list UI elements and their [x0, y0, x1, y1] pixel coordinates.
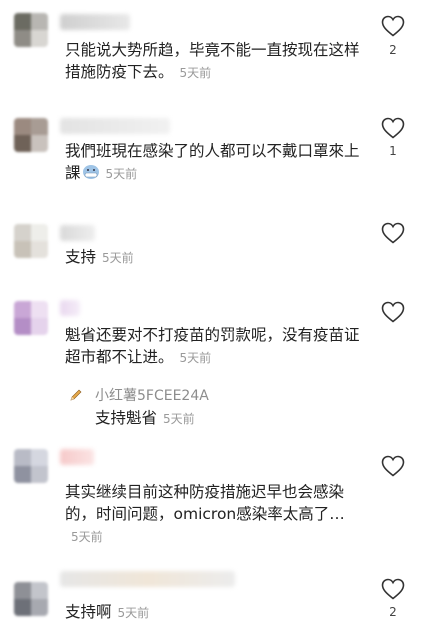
- heart-outline-icon[interactable]: [381, 301, 405, 323]
- username-blurred[interactable]: [60, 300, 80, 316]
- comment-text[interactable]: 支持啊 5天前: [65, 601, 365, 624]
- comment-body: 支持啊: [65, 603, 112, 621]
- comment-time: 5天前: [179, 66, 212, 80]
- mask-face-emoji-icon: [82, 165, 99, 179]
- comment-item: 其实继续目前这种防疫措施迟早也会感染的，时间问题，omicron感染率太高了… 5…: [0, 440, 421, 560]
- heart-outline-icon[interactable]: [381, 222, 405, 244]
- reply-time: 5天前: [163, 412, 195, 426]
- comment-text[interactable]: 其实继续目前这种防疫措施迟早也会感染的，时间问题，omicron感染率太高了… 5…: [65, 481, 365, 548]
- comment-body: 支持: [65, 248, 97, 266]
- username-blurred[interactable]: [60, 14, 130, 30]
- comment-item: 魁省还要对不打疫苗的罚款呢，没有疫苗证超市都不让进。 5天前 小红薯5FCEE24…: [0, 295, 421, 440]
- comment-time: 5天前: [71, 530, 103, 544]
- heart-outline-icon[interactable]: [381, 15, 405, 37]
- like-count: 2: [389, 43, 397, 57]
- avatar[interactable]: [14, 118, 48, 152]
- comment-time: 5天前: [105, 167, 138, 181]
- username-blurred[interactable]: [60, 225, 95, 241]
- like-count: 1: [389, 144, 397, 158]
- comment-time: 5天前: [179, 351, 212, 365]
- comment-time: 5天前: [117, 606, 150, 620]
- comment-body: 只能说大势所趋，毕竟不能一直按现在这样措施防疫下去。: [65, 41, 360, 81]
- username-blurred[interactable]: [60, 571, 235, 587]
- like-count: 2: [389, 605, 397, 619]
- username-blurred[interactable]: [60, 118, 170, 134]
- heart-outline-icon[interactable]: [381, 455, 405, 477]
- reply-body: 支持魁省: [95, 409, 158, 427]
- reply-username[interactable]: 小红薯5FCEE24A: [95, 385, 209, 405]
- comment-text[interactable]: 支持 5天前: [65, 246, 365, 269]
- pencil-icon[interactable]: [69, 388, 83, 402]
- avatar[interactable]: [14, 13, 48, 47]
- comment-text[interactable]: 我們班現在感染了的人都可以不戴口罩來上課 5天前: [65, 140, 365, 185]
- comment-text[interactable]: 魁省还要对不打疫苗的罚款呢，没有疫苗证超市都不让进。 5天前: [65, 324, 365, 369]
- comment-text[interactable]: 只能说大势所趋，毕竟不能一直按现在这样措施防疫下去。 5天前: [65, 39, 365, 84]
- avatar[interactable]: [14, 301, 48, 335]
- heart-outline-icon[interactable]: [381, 578, 405, 600]
- username-blurred[interactable]: [60, 449, 94, 465]
- comment-item: 支持啊 5天前 2: [0, 560, 421, 637]
- comment-item: 支持 5天前: [0, 210, 421, 295]
- comment-time: 5天前: [102, 251, 134, 265]
- heart-outline-icon[interactable]: [381, 117, 405, 139]
- comment-body: 魁省还要对不打疫苗的罚款呢，没有疫苗证超市都不让进。: [65, 326, 360, 366]
- comment-body: 其实继续目前这种防疫措施迟早也会感染的，时间问题，omicron感染率太高了…: [65, 483, 345, 523]
- avatar[interactable]: [14, 224, 48, 258]
- comment-item: 我們班現在感染了的人都可以不戴口罩來上課 5天前 1: [0, 100, 421, 210]
- avatar[interactable]: [14, 449, 48, 483]
- avatar[interactable]: [14, 582, 48, 616]
- reply-text[interactable]: 支持魁省 5天前: [95, 406, 195, 428]
- comment-item: 只能说大势所趋，毕竟不能一直按现在这样措施防疫下去。 5天前 2: [0, 0, 421, 100]
